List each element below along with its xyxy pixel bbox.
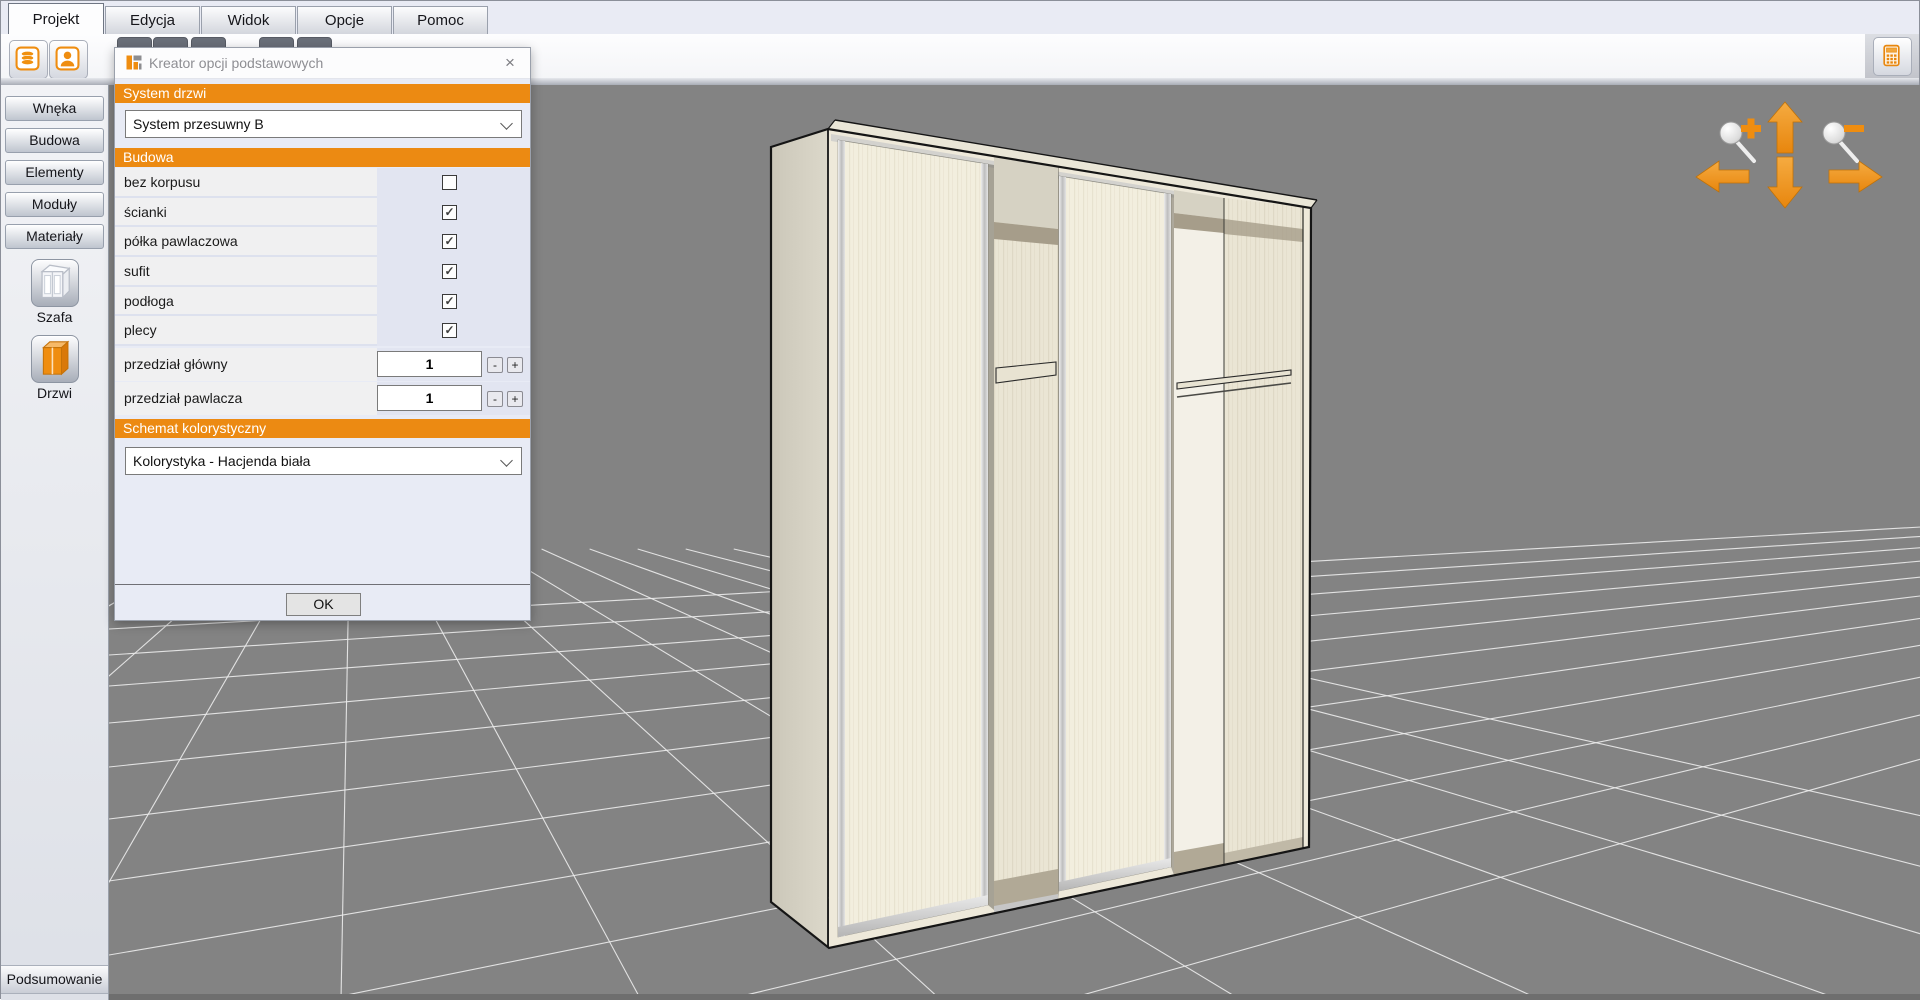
przedzial-pawlacza-plus-button[interactable]: + [507, 391, 523, 407]
sidebar-item-elementy[interactable]: Elementy [5, 160, 104, 185]
szafa-tool-button[interactable] [31, 259, 79, 307]
drzwi-tool-button[interactable] [31, 335, 79, 383]
option-label: półka pawlaczowa [115, 227, 377, 257]
przedzial-pawlacza-input[interactable] [377, 385, 482, 411]
wardrobe-model[interactable] [771, 120, 1317, 948]
option-row: sufit ✓ [115, 257, 530, 287]
przedzial-pawlacza-minus-button[interactable]: - [487, 391, 503, 407]
viewport-nav-controls [1696, 102, 1882, 208]
sidebar: Wnęka Budowa Elementy Moduły Materiały S… [1, 85, 109, 1000]
counter-label: przedział pawlacza [115, 382, 377, 415]
przedzial-glowny-plus-button[interactable]: + [507, 357, 523, 373]
toolbar-right-panel [1865, 34, 1919, 78]
app-logo-icon [125, 54, 143, 72]
polka-pawlaczowa-checkbox[interactable]: ✓ [442, 234, 457, 249]
option-label: podłoga [115, 287, 377, 317]
pan-up-arrow[interactable] [1768, 102, 1802, 153]
calculator-button[interactable] [1873, 37, 1912, 76]
viewport-bottom-edge [109, 994, 1920, 1000]
system-drzwi-dropdown[interactable]: System przesuwny B [125, 110, 522, 138]
wardrobe-icon [33, 260, 77, 304]
dialog-separator [115, 584, 530, 585]
close-icon[interactable]: × [500, 53, 520, 73]
kreator-dialog: Kreator opcji podstawowych × System drzw… [114, 47, 531, 621]
option-label: sufit [115, 257, 377, 287]
sufit-checkbox[interactable]: ✓ [442, 264, 457, 279]
option-label: bez korpusu [115, 168, 377, 198]
chevron-down-icon [500, 454, 513, 467]
menu-tab-bar: Projekt Edycja Widok Opcje Pomoc [1, 1, 1919, 34]
option-row: ścianki ✓ [115, 198, 530, 228]
schemat-header: Schemat kolorystyczny [115, 419, 530, 438]
ok-button[interactable]: OK [286, 593, 361, 616]
scianki-checkbox[interactable]: ✓ [442, 205, 457, 220]
materials-database-icon [15, 46, 40, 71]
zoom-in-magnifier[interactable] [1720, 119, 1761, 162]
podloga-checkbox[interactable]: ✓ [442, 294, 457, 309]
materials-database-button[interactable] [9, 40, 48, 79]
sidebar-item-moduly[interactable]: Moduły [5, 192, 104, 217]
zoom-out-magnifier[interactable] [1823, 122, 1864, 161]
option-row: półka pawlaczowa ✓ [115, 227, 530, 257]
tab-opcje[interactable]: Opcje [297, 6, 392, 34]
sidebar-item-budowa[interactable]: Budowa [5, 128, 104, 153]
dialog-title-bar[interactable]: Kreator opcji podstawowych × [115, 48, 530, 79]
option-label: ścianki [115, 198, 377, 228]
dialog-title: Kreator opcji podstawowych [149, 55, 323, 71]
option-row: plecy ✓ [115, 316, 530, 346]
przedzial-pawlacza-row: przedział pawlacza - + [115, 382, 530, 415]
summary-button[interactable]: Podsumowanie [1, 965, 108, 994]
option-row: podłoga ✓ [115, 287, 530, 317]
budowa-options: bez korpusu ścianki ✓ półka pawlaczowa ✓… [115, 168, 530, 346]
pan-left-arrow[interactable] [1696, 161, 1749, 192]
option-label: plecy [115, 316, 377, 346]
pan-down-arrow[interactable] [1768, 157, 1802, 208]
application-window: Projekt Edycja Widok Opcje Pomoc [0, 0, 1920, 999]
schemat-value: Kolorystyka - Hacjenda biała [133, 453, 310, 469]
user-icon [55, 46, 80, 71]
sidebar-item-materialy[interactable]: Materiały [5, 224, 104, 249]
schemat-dropdown[interactable]: Kolorystyka - Hacjenda biała [125, 447, 522, 475]
tab-edycja[interactable]: Edycja [105, 6, 200, 34]
sidebar-item-wneka[interactable]: Wnęka [5, 96, 104, 121]
przedzial-glowny-input[interactable] [377, 351, 482, 377]
przedzial-glowny-minus-button[interactable]: - [487, 357, 503, 373]
plecy-checkbox[interactable]: ✓ [442, 323, 457, 338]
calculator-icon [1879, 43, 1904, 68]
szafa-tool-label: Szafa [1, 309, 108, 325]
door-icon [33, 336, 77, 380]
przedzial-glowny-row: przedział główny - + [115, 348, 530, 381]
tab-projekt[interactable]: Projekt [8, 3, 104, 34]
system-drzwi-value: System przesuwny B [133, 116, 264, 132]
bez-korpusu-checkbox[interactable] [442, 175, 457, 190]
option-row: bez korpusu [115, 168, 530, 198]
system-drzwi-header: System drzwi [115, 84, 530, 103]
drzwi-tool-label: Drzwi [1, 385, 108, 401]
tab-widok[interactable]: Widok [201, 6, 296, 34]
pan-right-arrow[interactable] [1829, 161, 1882, 192]
user-button[interactable] [49, 40, 88, 79]
chevron-down-icon [500, 117, 513, 130]
budowa-header: Budowa [115, 148, 530, 167]
counter-label: przedział główny [115, 348, 377, 381]
tab-pomoc[interactable]: Pomoc [393, 6, 488, 34]
